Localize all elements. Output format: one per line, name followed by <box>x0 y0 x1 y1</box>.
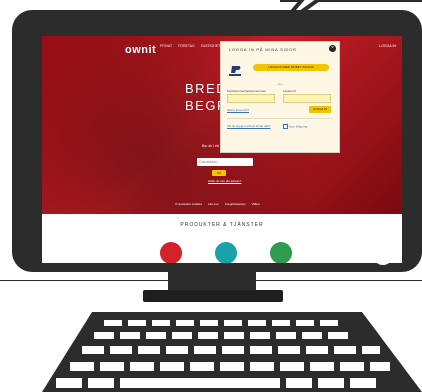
or-separator: eller <box>277 82 283 86</box>
address-input[interactable]: Gatuadress <box>197 158 253 166</box>
footer-link[interactable]: Villkor <box>252 202 260 206</box>
keyboard-icon <box>42 312 422 392</box>
checkbox-icon <box>283 124 288 129</box>
remember-me-checkbox[interactable]: Kom ihåg mig <box>283 124 307 129</box>
login-modal: LOGGA IN PÅ MINA SIDOR × LOGGA IN MED MO… <box>220 41 340 153</box>
monitor-stand-foot <box>143 290 283 302</box>
monitor-frame: ownit PRIVAT FÖRETAG FASTIGHET OM OSS SU… <box>12 10 422 272</box>
go-button[interactable]: GÅ <box>212 170 226 176</box>
nav-item[interactable]: PRIVAT <box>160 44 172 48</box>
product-phone-icon[interactable] <box>270 242 292 263</box>
address-help-link[interactable]: Hittar du inte din adress? <box>208 179 241 183</box>
footer-link[interactable]: Läs mer <box>208 202 219 206</box>
footer-link[interactable]: Integritetspolicy <box>225 202 246 206</box>
monitor-stand-neck <box>168 272 256 292</box>
product-broadband-icon[interactable] <box>160 242 182 263</box>
bankid-login-button[interactable]: LOGGA IN MED MOBILT BANKID <box>253 64 329 71</box>
footer-text: Vi använder cookies <box>175 202 202 206</box>
login-button[interactable]: LOGGA IN <box>309 106 331 113</box>
forgot-password-link[interactable]: Glömt lösenord? <box>227 108 249 112</box>
password-label: Lösenord <box>283 89 296 93</box>
cookie-footer: Vi använder cookies Läs mer Integritetsp… <box>175 202 260 206</box>
password-input[interactable] <box>283 94 331 103</box>
bankid-logo-icon <box>229 66 241 76</box>
product-tv-icon[interactable] <box>215 242 237 263</box>
username-label: Kundnummer/personnummer <box>227 89 267 93</box>
close-icon[interactable]: × <box>329 45 336 52</box>
products-title: PRODUKTER & TJÄNSTER <box>180 222 264 228</box>
power-button-icon <box>373 245 393 265</box>
nav-item[interactable]: FASTIGHET <box>201 44 220 48</box>
modal-title: LOGGA IN PÅ MINA SIDOR <box>229 47 297 52</box>
other-login-link[interactable]: Vill du logga in på ett annat sätt? <box>227 124 270 128</box>
monitor-screen: ownit PRIVAT FÖRETAG FASTIGHET OM OSS SU… <box>42 36 402 263</box>
desk-line <box>0 280 422 281</box>
username-input[interactable] <box>227 94 275 103</box>
brand-logo[interactable]: ownit <box>125 44 156 56</box>
nav-login-link[interactable]: LOGGA IN <box>379 44 396 48</box>
nav-item[interactable]: FÖRETAG <box>178 44 195 48</box>
modal-divider <box>227 118 333 119</box>
